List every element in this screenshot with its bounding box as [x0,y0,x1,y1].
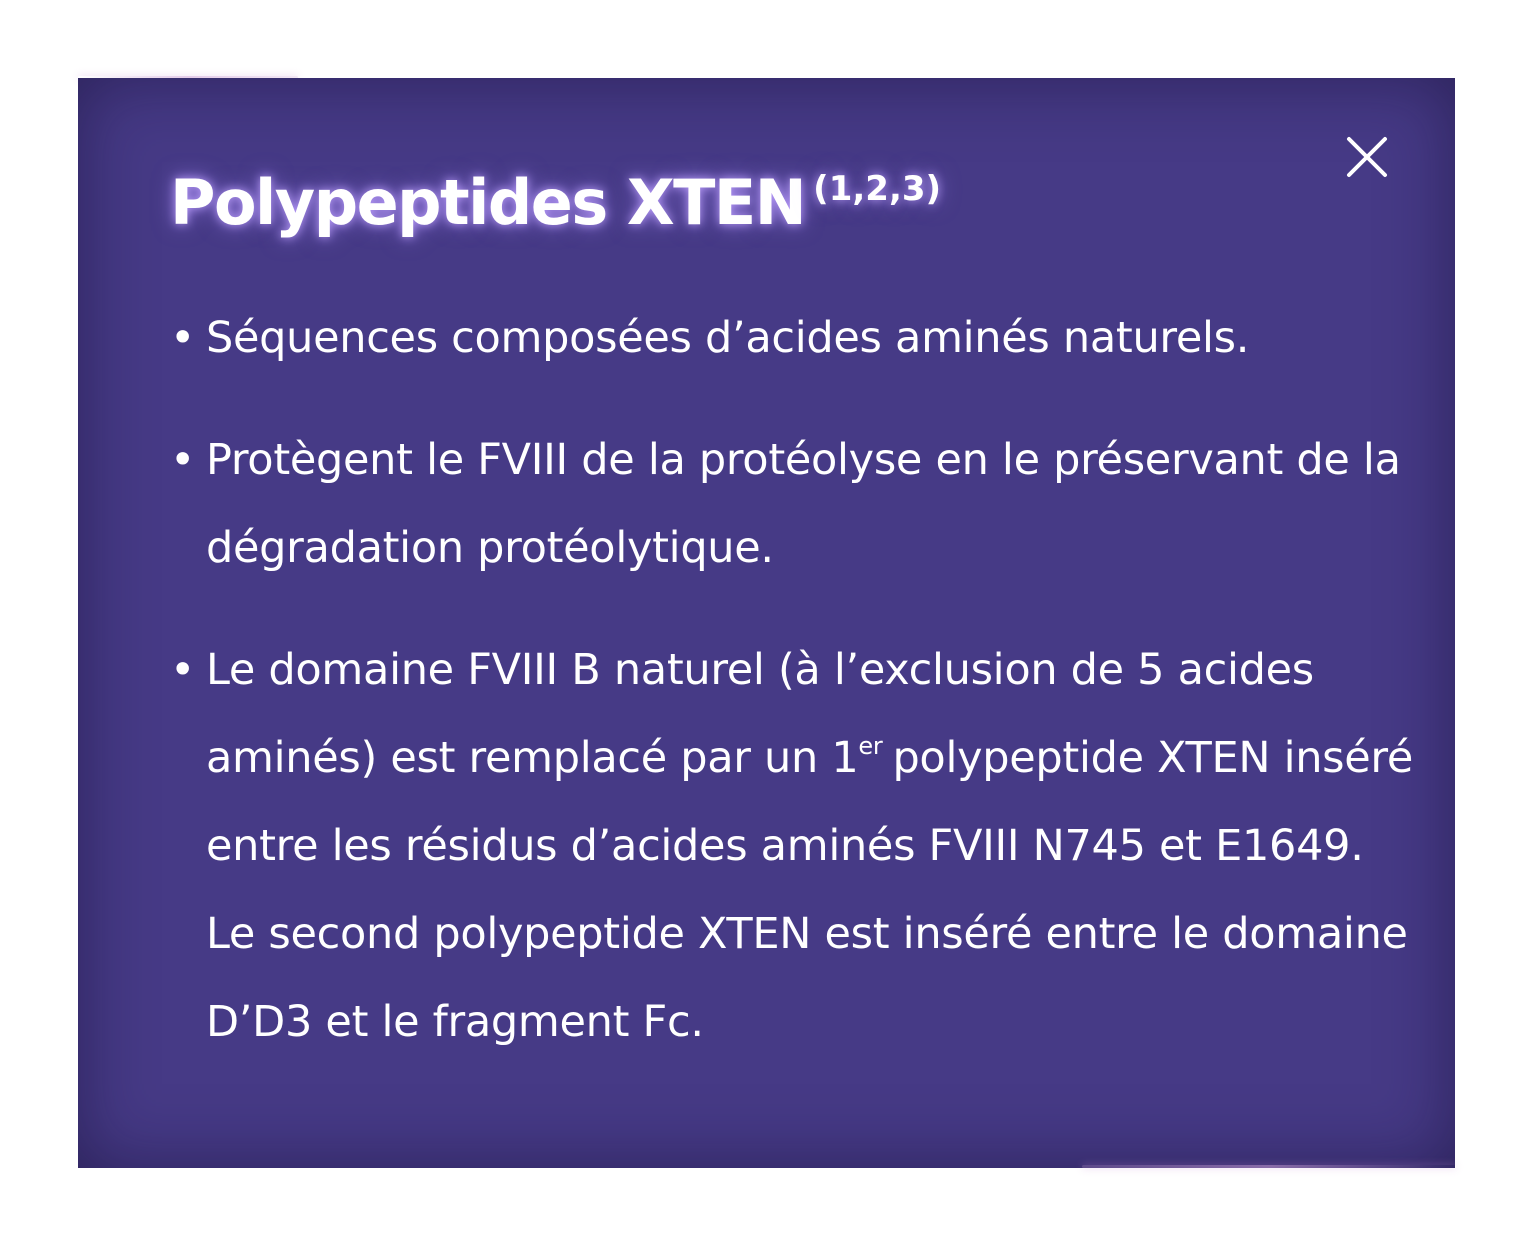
close-icon [1347,137,1387,177]
list-item-text: Séquences composées d’acides aminés natu… [206,313,1250,363]
list-item: • Protègent le FVIII de la protéolyse en… [170,416,1420,592]
ordinal-superscript: er [858,732,883,760]
info-dialog: Polypeptides XTEN (1,2,3) • Séquences com… [78,78,1455,1168]
bullet-icon: • [170,645,196,695]
bullet-icon: • [170,313,196,363]
list-item: • Le domaine FVIII B naturel (à l’exclus… [170,626,1420,1066]
bullet-icon: • [170,435,196,485]
list-item-text: Protègent le FVIII de la protéolyse en l… [206,435,1401,573]
bullet-list: • Séquences composées d’acides aminés na… [170,294,1420,1100]
title-references: (1,2,3) [813,169,942,209]
close-button[interactable] [1342,132,1392,182]
decorative-bottom-line [1082,1165,1456,1168]
dialog-title: Polypeptides XTEN (1,2,3) [170,166,941,239]
list-item: • Séquences composées d’acides aminés na… [170,294,1420,382]
page: Polypeptides XTEN (1,2,3) • Séquences com… [0,0,1533,1246]
dialog-title-text: Polypeptides XTEN [170,166,807,239]
